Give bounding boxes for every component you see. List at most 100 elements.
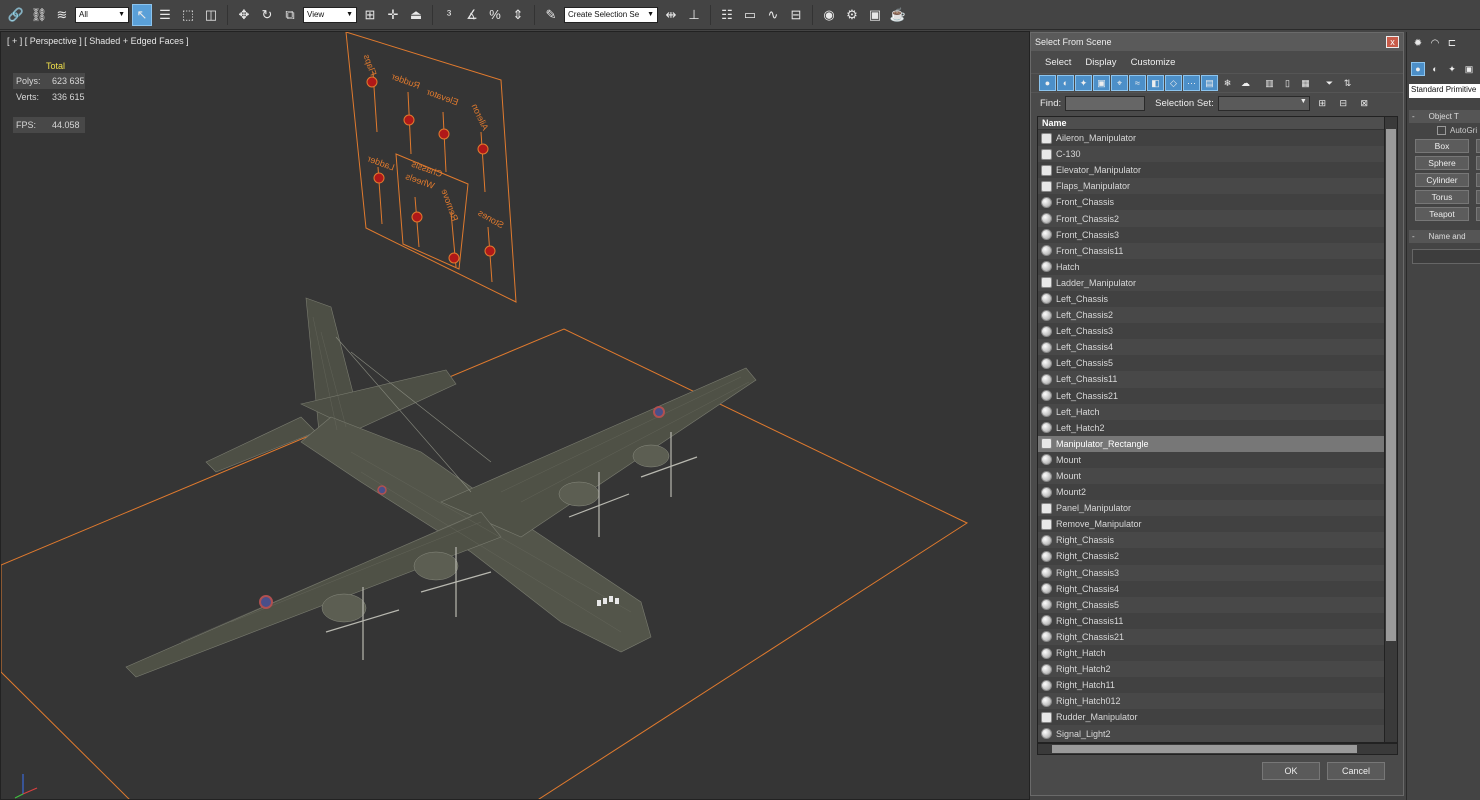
list-item[interactable]: Left_Hatch xyxy=(1038,403,1384,420)
close-icon[interactable]: x xyxy=(1386,36,1399,48)
list-item[interactable]: Hatch xyxy=(1038,259,1384,275)
column-header-name[interactable]: Name xyxy=(1038,117,1384,130)
list-item[interactable]: Right_Chassis4 xyxy=(1038,581,1384,597)
reference-coordinate-dropdown[interactable]: View ▼ xyxy=(303,6,357,23)
display-hidden-icon[interactable]: ☁ xyxy=(1237,75,1254,91)
cone-button[interactable] xyxy=(1476,139,1480,153)
select-object-icon[interactable]: ↖ xyxy=(132,3,152,26)
list-item[interactable]: Right_Chassis2 xyxy=(1038,548,1384,564)
align-icon[interactable]: ⊥ xyxy=(684,4,704,26)
display-groups-icon[interactable]: ◧ xyxy=(1147,75,1164,91)
list-item[interactable]: Ladder_Manipulator xyxy=(1038,274,1384,291)
menu-customize[interactable]: Customize xyxy=(1131,57,1176,68)
cancel-button[interactable]: Cancel xyxy=(1327,762,1385,780)
select-by-name-icon[interactable]: ☰ xyxy=(155,4,175,26)
curve-editor-icon[interactable]: ∿ xyxy=(763,4,783,26)
list-item[interactable]: Right_Chassis5 xyxy=(1038,596,1384,613)
list-item[interactable]: Front_Chassis2 xyxy=(1038,210,1384,227)
list-item[interactable]: Left_Chassis2 xyxy=(1038,307,1384,324)
link-icon[interactable]: 🔗 xyxy=(6,4,26,26)
list-item[interactable]: Mount xyxy=(1038,452,1384,468)
display-all-icon[interactable]: ▥ xyxy=(1261,75,1278,91)
geosphere-button[interactable] xyxy=(1476,156,1480,170)
filter-icon[interactable]: ⏷ xyxy=(1321,75,1338,91)
selection-filter-dropdown[interactable]: All ▼ xyxy=(75,6,129,23)
rendered-frame-window-icon[interactable]: ▣ xyxy=(865,4,885,26)
box-button[interactable]: Box xyxy=(1415,139,1469,153)
list-item[interactable]: Left_Chassis5 xyxy=(1038,355,1384,371)
move-icon[interactable]: ✥ xyxy=(234,4,254,26)
spinner-snap-icon[interactable]: ⇕ xyxy=(508,4,528,26)
viewport-label[interactable]: [ + ] [ Perspective ] [ Shaded + Edged F… xyxy=(7,36,189,46)
dialog-title-bar[interactable]: Select From Scene x xyxy=(1031,33,1403,51)
window-crossing-icon[interactable]: ◫ xyxy=(201,4,221,26)
rotate-icon[interactable]: ↻ xyxy=(257,4,277,26)
keyboard-shortcut-icon[interactable]: ⏏ xyxy=(406,4,426,26)
torus-button[interactable]: Torus xyxy=(1415,190,1469,204)
select-all-icon[interactable]: ⊞ xyxy=(1314,95,1331,111)
display-containers-icon[interactable]: ▤ xyxy=(1201,75,1218,91)
list-item[interactable]: Right_Chassis21 xyxy=(1038,628,1384,645)
select-none-icon[interactable]: ⊟ xyxy=(1335,95,1352,111)
list-item[interactable]: Panel_Manipulator xyxy=(1038,500,1384,517)
list-item[interactable]: Elevator_Manipulator xyxy=(1038,162,1384,178)
display-none-icon[interactable]: ▯ xyxy=(1279,75,1296,91)
display-bones-icon[interactable]: ⋯ xyxy=(1183,75,1200,91)
scale-icon[interactable]: ⧉ xyxy=(280,4,300,26)
find-input[interactable] xyxy=(1065,95,1146,111)
list-item[interactable]: Left_Chassis xyxy=(1038,291,1384,307)
sun-icon[interactable]: ✹ xyxy=(1411,36,1425,50)
modify-icon[interactable]: ◠ xyxy=(1428,36,1442,50)
list-item[interactable]: Left_Chassis11 xyxy=(1038,371,1384,388)
display-xrefs-icon[interactable]: ◇ xyxy=(1165,75,1182,91)
scrollbar-thumb[interactable] xyxy=(1386,129,1396,641)
display-geometry-icon[interactable]: ● xyxy=(1039,75,1056,91)
list-item[interactable]: Mount xyxy=(1038,467,1384,485)
list-item[interactable]: Left_Chassis3 xyxy=(1038,323,1384,339)
cameras-category-icon[interactable]: ▣ xyxy=(1462,62,1476,76)
material-editor-icon[interactable]: ◉ xyxy=(819,4,839,26)
list-item[interactable]: Right_Hatch012 xyxy=(1038,693,1384,710)
render-production-icon[interactable]: ☕ xyxy=(888,4,908,26)
edit-named-selection-icon[interactable]: ✎ xyxy=(541,4,561,26)
list-item[interactable]: Manipulator_Rectangle xyxy=(1038,435,1384,452)
ok-button[interactable]: OK xyxy=(1262,762,1320,780)
render-setup-icon[interactable]: ⚙ xyxy=(842,4,862,26)
list-item[interactable]: Front_Chassis xyxy=(1038,194,1384,210)
snap-toggle-icon[interactable]: ³ xyxy=(439,4,459,26)
angle-snap-icon[interactable]: ∡ xyxy=(462,4,482,26)
pyramid-button[interactable] xyxy=(1476,190,1480,204)
teapot-button[interactable]: Teapot xyxy=(1415,207,1469,221)
geometry-category-icon[interactable]: ● xyxy=(1411,62,1425,76)
list-item[interactable]: Front_Chassis3 xyxy=(1038,227,1384,243)
list-item[interactable]: Signal_Light2 xyxy=(1038,725,1384,742)
select-invert-icon[interactable]: ⊠ xyxy=(1356,95,1373,111)
menu-select[interactable]: Select xyxy=(1045,57,1071,68)
named-selection-set-dropdown[interactable]: Create Selection Se ▼ xyxy=(564,6,658,23)
display-invert-icon[interactable]: ▦ xyxy=(1297,75,1314,91)
list-item[interactable]: Aileron_Manipulator xyxy=(1038,130,1384,146)
schematic-view-icon[interactable]: ⊟ xyxy=(786,4,806,26)
primitive-type-dropdown[interactable]: Standard Primitive xyxy=(1409,84,1480,98)
list-item[interactable]: Right_Chassis3 xyxy=(1038,564,1384,581)
display-cameras-icon[interactable]: ▣ xyxy=(1093,75,1110,91)
display-shapes-icon[interactable]: ◐ xyxy=(1057,75,1074,91)
vertical-scrollbar[interactable] xyxy=(1384,116,1398,743)
object-type-rollout-header[interactable]: - Object T xyxy=(1409,110,1480,123)
list-item[interactable]: Right_Chassis xyxy=(1038,532,1384,549)
shapes-category-icon[interactable]: ◐ xyxy=(1428,62,1442,76)
list-item[interactable]: Right_Chassis11 xyxy=(1038,613,1384,629)
mirror-icon[interactable]: ⇹ xyxy=(661,4,681,26)
c130-aircraft-model[interactable] xyxy=(125,297,757,678)
selection-set-dropdown[interactable]: ▼ xyxy=(1217,95,1310,111)
lights-category-icon[interactable]: ✦ xyxy=(1445,62,1459,76)
name-color-rollout-header[interactable]: - Name and xyxy=(1409,230,1480,243)
tube-button[interactable] xyxy=(1476,173,1480,187)
display-frozen-icon[interactable]: ❄ xyxy=(1219,75,1236,91)
list-item[interactable]: Left_Chassis4 xyxy=(1038,339,1384,356)
list-item[interactable]: Remove_Manipulator xyxy=(1038,516,1384,532)
pivot-center-icon[interactable]: ⊞ xyxy=(360,4,380,26)
list-item[interactable]: Left_Hatch2 xyxy=(1038,420,1384,436)
autogrid-checkbox[interactable] xyxy=(1437,126,1446,135)
list-item[interactable]: Right_Hatch xyxy=(1038,645,1384,661)
